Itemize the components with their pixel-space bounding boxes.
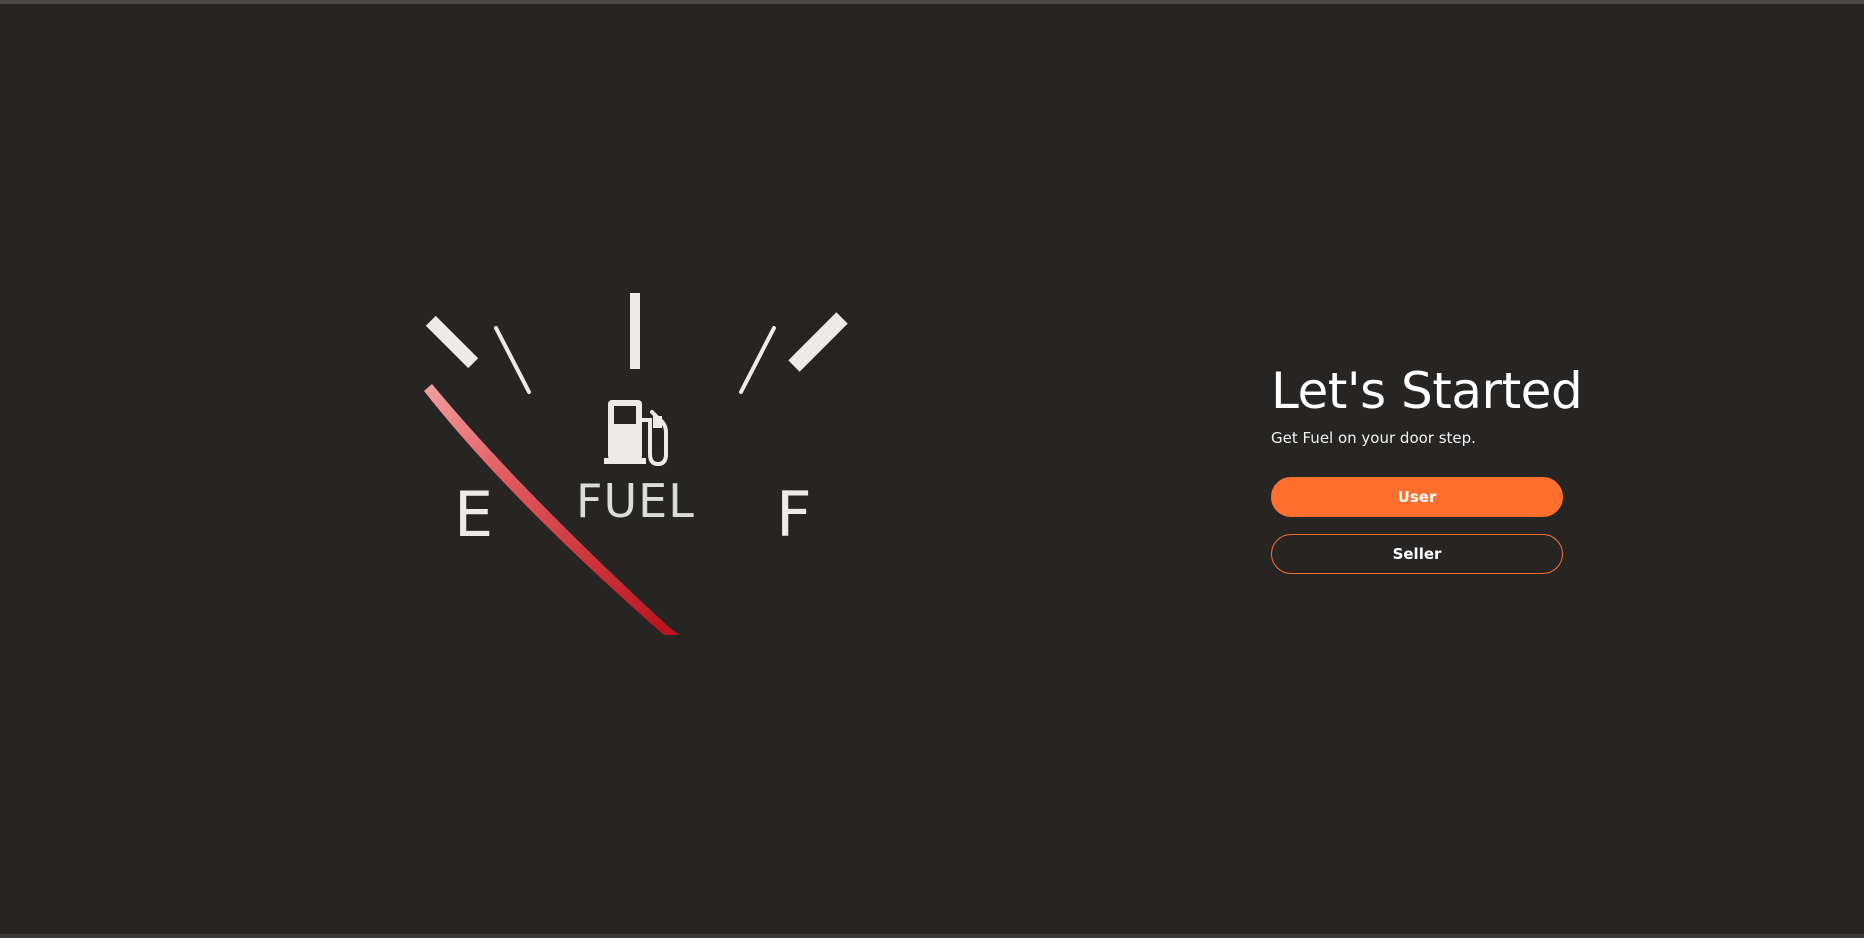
gauge-tick-empty bbox=[425, 315, 479, 369]
gauge-full-label: F bbox=[776, 478, 812, 551]
gauge-tick-half bbox=[630, 293, 640, 369]
gauge-tick-full bbox=[788, 312, 848, 372]
page-subtitle: Get Fuel on your door step. bbox=[1271, 429, 1476, 447]
user-button[interactable]: User bbox=[1271, 477, 1563, 517]
fuel-gauge-graphic bbox=[424, 293, 848, 635]
page-title: Let's Started bbox=[1271, 362, 1583, 420]
seller-button-label: Seller bbox=[1392, 545, 1442, 563]
user-button-label: User bbox=[1397, 488, 1437, 506]
get-started-panel: Let's Started Get Fuel on your door step… bbox=[1271, 360, 1583, 574]
fuel-pump-icon bbox=[604, 400, 668, 467]
gauge-tick-three-quarter bbox=[739, 326, 776, 394]
fuel-gauge-illustration: E FUEL F bbox=[380, 250, 900, 670]
seller-button[interactable]: Seller bbox=[1271, 534, 1563, 574]
gauge-fuel-label: FUEL bbox=[576, 474, 695, 528]
gauge-tick-quarter bbox=[494, 326, 531, 394]
window-bottom-border bbox=[0, 934, 1864, 938]
window-top-border bbox=[0, 0, 1864, 4]
gauge-empty-label: E bbox=[454, 478, 494, 551]
